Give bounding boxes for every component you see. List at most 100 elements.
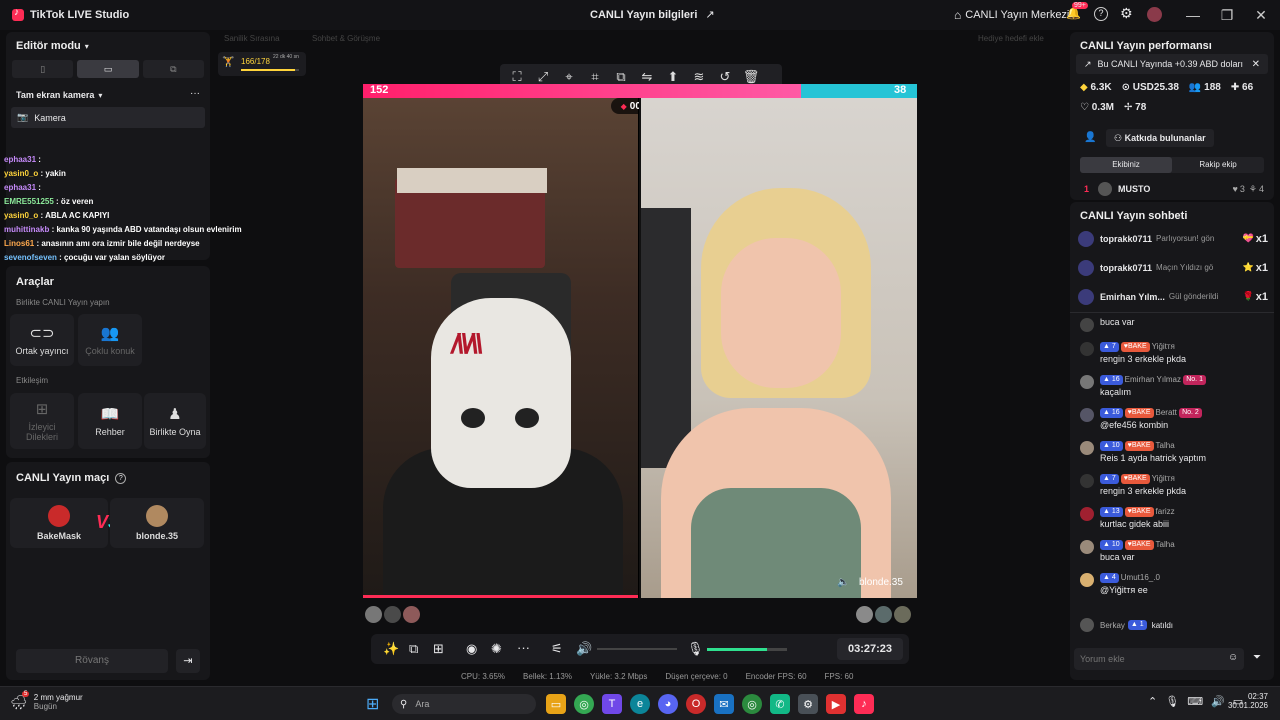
chat-username[interactable]: EMRE551255 <box>4 197 54 206</box>
chat-username[interactable]: yasin0_o <box>4 169 38 178</box>
screen-share-icon[interactable]: ⧉ <box>409 641 418 657</box>
layers-icon[interactable]: ≋ <box>686 69 712 85</box>
top-gifters-right[interactable] <box>856 606 911 623</box>
tab-chat-call[interactable]: Sohbet & Görüşme <box>312 34 380 43</box>
flip-icon[interactable]: ⇋ <box>634 69 660 85</box>
settings-app-icon[interactable]: ⚙ <box>798 694 818 714</box>
record-icon[interactable]: ◉ <box>466 641 477 657</box>
rematch-button[interactable]: Rövanş <box>16 649 168 673</box>
whatsapp-icon[interactable]: ✆ <box>770 694 790 714</box>
chat-username[interactable]: ephaa31 <box>4 155 36 164</box>
message-username[interactable]: farizz <box>1156 507 1175 516</box>
chat-username[interactable]: ephaa31 <box>4 183 36 192</box>
gift-username[interactable]: toprakk0711 <box>1100 263 1152 273</box>
file-explorer-icon[interactable]: ▭ <box>546 694 566 714</box>
tray-chevron-icon[interactable]: ⌃ <box>1148 695 1157 708</box>
mail-icon[interactable]: ✉ <box>714 694 734 714</box>
microphone-icon[interactable]: 🎙 <box>687 641 704 657</box>
profile-avatar[interactable] <box>1147 7 1162 22</box>
live-info-link[interactable]: CANLI Yayın bilgileri ↗ <box>590 8 715 22</box>
user-avatar[interactable] <box>1080 318 1094 332</box>
contributor-row[interactable]: 1 MUSTO ♥ 3 ⚘ 4 <box>1084 182 1264 196</box>
scene-dropdown[interactable]: Tam ekran kamera ▾ <box>16 90 102 100</box>
network-icon[interactable]: ⌨ <box>1187 695 1203 708</box>
windows-start-icon[interactable]: ⊞ <box>366 694 379 714</box>
user-avatar[interactable] <box>1080 573 1094 587</box>
top-gifters-left[interactable] <box>365 606 420 623</box>
effects-icon[interactable]: ✺ <box>491 641 502 657</box>
player1-card[interactable]: BakeMask <box>10 498 108 548</box>
copy-icon[interactable]: ⧉ <box>608 69 634 85</box>
message-username[interactable]: Talha <box>1156 441 1175 450</box>
youtube-icon[interactable]: ▶ <box>826 694 846 714</box>
weather-widget[interactable]: 🌧 5 2 mm yağmur Bugün <box>10 691 83 711</box>
filter-icon[interactable]: ⏷ <box>1253 652 1261 663</box>
expand-icon[interactable]: ⤢ <box>530 69 556 85</box>
tab-your-team[interactable]: Ekibiniz <box>1080 157 1172 173</box>
chrome-alt-icon[interactable]: ◎ <box>742 694 762 714</box>
chat-username[interactable]: muhittinakb <box>4 225 49 234</box>
battle-preview[interactable]: 152 38 /\\/\\ ◆ 00:58 🔈 blonde.35 <box>363 84 917 598</box>
message-username[interactable]: Emirhan Yılmaz <box>1125 375 1181 384</box>
user-avatar[interactable] <box>1080 441 1094 455</box>
more-options-icon[interactable]: ··· <box>190 88 200 99</box>
more-icon[interactable]: ··· <box>517 640 530 655</box>
taskbar-search[interactable]: ⚲ Ara <box>392 694 536 714</box>
speaker-icon[interactable]: 🔈 <box>837 577 849 588</box>
exit-match-icon[interactable]: ⇥ <box>176 649 200 673</box>
volume-tray-icon[interactable]: 🔊 <box>1211 695 1225 708</box>
tiktok-app-icon[interactable]: ♪ <box>854 694 874 714</box>
close-icon[interactable]: ✕ <box>1252 59 1260 70</box>
multi-guest-button[interactable]: 👥 Çoklu konuk <box>78 314 142 366</box>
settings-gear-icon[interactable]: ⚙ <box>1120 5 1133 22</box>
message-username[interactable]: Yiğitтя <box>1152 342 1175 351</box>
editor-mode-dropdown[interactable]: Editör modu ▾ <box>16 40 89 52</box>
audio-settings-icon[interactable]: ⚟ <box>551 641 563 657</box>
play-together-button[interactable]: ♟ Birlikte Oyna <box>144 393 206 449</box>
tab-queue[interactable]: Sanilik Sırasına <box>224 34 280 43</box>
help-icon[interactable]: ? <box>1094 7 1108 21</box>
info-icon[interactable]: ? <box>115 472 127 484</box>
message-username[interactable]: Beratt <box>1156 408 1177 417</box>
comment-input[interactable] <box>1074 648 1244 670</box>
discord-icon[interactable]: ◕ <box>658 694 678 714</box>
contributors-button[interactable]: ⚇ Katkıda bulunanlar <box>1106 129 1214 147</box>
goal-widget[interactable]: 🏋 166/178 22 dk 40 sn <box>218 52 306 76</box>
viewer-wishes-button[interactable]: ⊞ İzleyici Dilekleri <box>10 393 74 449</box>
volume-icon[interactable]: 🔊 <box>576 641 592 657</box>
add-source-icon[interactable]: ⊞ <box>433 641 444 657</box>
close-icon[interactable]: ✕ <box>1244 0 1278 30</box>
clock[interactable]: 02:37 30.01.2026 <box>1224 692 1268 710</box>
layer-up-icon[interactable]: ⬆ <box>660 69 686 85</box>
user-avatar[interactable] <box>1080 474 1094 488</box>
player2-card[interactable]: blonde.35 <box>110 498 204 548</box>
user-avatar[interactable] <box>1080 507 1094 521</box>
portrait-layout-icon[interactable]: ▯ <box>12 60 74 78</box>
tab-rival-team[interactable]: Rakip ekip <box>1172 157 1264 173</box>
landscape-layout-icon[interactable]: ▭ <box>77 60 139 78</box>
gift-goal-hint[interactable]: Hediye hedefi ekle <box>978 34 1044 43</box>
delete-icon[interactable]: 🗑 <box>738 69 764 85</box>
mic-tray-icon[interactable]: 🎙 <box>1165 695 1179 708</box>
guide-button[interactable]: 📖 Rehber <box>78 393 142 449</box>
message-username[interactable]: Talha <box>1156 540 1175 549</box>
message-username[interactable]: Umut16_.0 <box>1121 573 1160 582</box>
volume-slider[interactable] <box>597 648 677 650</box>
fit-icon[interactable]: ⛶ <box>504 69 530 85</box>
user-avatar[interactable] <box>1080 342 1094 356</box>
message-username[interactable]: Yiğitтя <box>1152 474 1175 483</box>
chat-username[interactable]: yasin0_o <box>4 211 38 220</box>
opera-icon[interactable]: O <box>686 694 706 714</box>
magic-wand-icon[interactable]: ✨ <box>383 641 399 657</box>
rotate-icon[interactable]: ↺ <box>712 69 738 85</box>
crop-icon[interactable]: ⌗ <box>582 69 608 85</box>
gift-username[interactable]: Emirhan Yılm... <box>1100 292 1165 302</box>
gift-username[interactable]: toprakk0711 <box>1100 234 1152 244</box>
edge-icon[interactable]: e <box>630 694 650 714</box>
notification-bell-icon[interactable]: 🔔 99+ <box>1066 2 1088 20</box>
cohost-button[interactable]: ⊂⊃ Ortak yayıncı <box>10 314 74 366</box>
center-icon[interactable]: ⌖ <box>556 69 582 85</box>
chrome-icon[interactable]: ◎ <box>574 694 594 714</box>
dual-layout-icon[interactable]: ⧉ <box>142 60 204 78</box>
live-center-button[interactable]: ⌂ CANLI Yayın Merkezi <box>954 8 1069 22</box>
